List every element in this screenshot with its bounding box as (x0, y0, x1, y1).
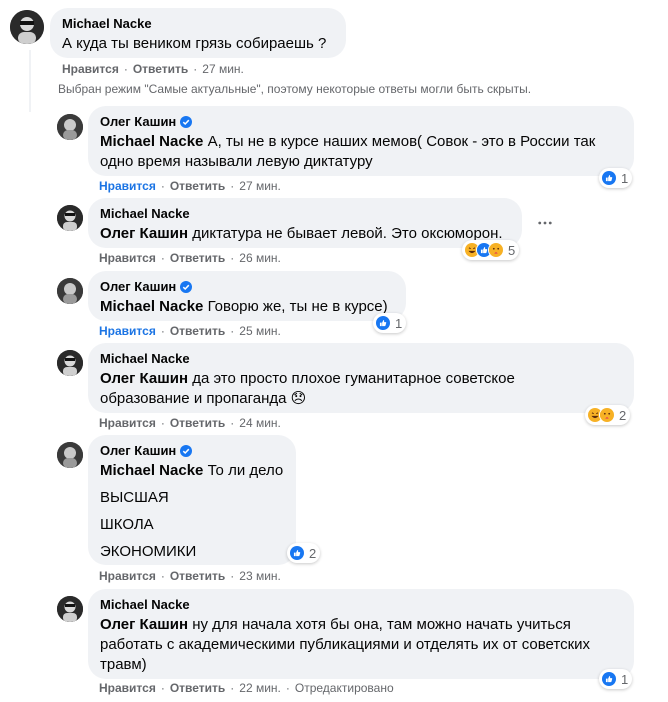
verified-badge-icon (180, 116, 193, 128)
mention-link[interactable]: Олег Кашин (100, 225, 188, 242)
comment-text: А куда ты веником грязь собираешь ? (62, 35, 327, 52)
reaction-count: 5 (508, 242, 516, 258)
verified-badge-icon (180, 281, 193, 293)
comment-time[interactable]: 24 мин. (239, 416, 281, 430)
reaction-count: 1 (395, 315, 403, 331)
edited-label[interactable]: Отредактировано (295, 681, 394, 695)
reply-button[interactable]: Ответить (170, 569, 225, 583)
reaction-summary[interactable]: 5 (462, 240, 520, 260)
like-button[interactable]: Нравится (62, 62, 119, 76)
comment-actions: Нравится · Ответить · 23 мин. (99, 569, 281, 583)
care-reaction-icon (488, 242, 504, 258)
comment-actions: Нравится · Ответить · 22 мин. · Отредакт… (99, 681, 394, 695)
comment-time[interactable]: 27 мин. (202, 62, 244, 76)
like-reaction-icon (601, 170, 617, 186)
reaction-summary[interactable]: 1 (599, 669, 633, 689)
like-reaction-icon (289, 545, 305, 561)
comment-author[interactable]: Michael Nacke (100, 206, 510, 222)
comment-actions: Нравится · Ответить · 26 мин. (99, 251, 281, 265)
comment-bubble: Олег Кашин Michael Nacke То ли дело ВЫСШ… (88, 435, 296, 565)
more-horizontal-icon (538, 221, 552, 225)
reply-button[interactable]: Ответить (170, 416, 225, 430)
comment-time[interactable]: 26 мин. (239, 251, 281, 265)
reply-button[interactable]: Ответить (170, 324, 225, 338)
comment-author[interactable]: Michael Nacke (62, 16, 334, 32)
comment-bubble: Michael Nacke Олег Кашин да это просто п… (88, 343, 634, 413)
avatar[interactable] (57, 350, 83, 376)
sort-notice: Выбран режим "Самые актуальные", поэтому… (58, 82, 532, 96)
like-button[interactable]: Нравится (99, 251, 156, 265)
comment-text: Олег Кашин ну для начала хотя бы она, та… (100, 616, 591, 673)
reaction-summary[interactable]: 2 (287, 543, 321, 563)
comment-actions: Нравится · Ответить · 25 мин. (99, 324, 281, 338)
comment-text: Олег Кашин да это просто плохое гуманита… (100, 370, 515, 407)
comment-bubble: Michael Nacke А куда ты веником грязь со… (50, 8, 346, 58)
reaction-count: 2 (619, 407, 627, 423)
comment-actions: Нравится · Ответить · 27 мин. (99, 179, 281, 193)
like-button[interactable]: Нравится (99, 569, 156, 583)
reaction-count: 1 (621, 170, 629, 186)
mention-link[interactable]: Michael Nacke (100, 462, 203, 479)
comment-time[interactable]: 25 мин. (239, 324, 281, 338)
comment-text: Олег Кашин диктатура не бывает левой. Эт… (100, 225, 503, 242)
mention-link[interactable]: Олег Кашин (100, 616, 188, 633)
comment-text: Michael Nacke Говорю же, ты не в курсе) (100, 298, 388, 315)
verified-badge-icon (180, 445, 193, 457)
avatar[interactable] (57, 114, 83, 140)
reaction-summary[interactable]: 1 (373, 313, 407, 333)
comment-author[interactable]: Олег Кашин (100, 114, 622, 130)
reaction-count: 1 (621, 671, 629, 687)
avatar[interactable] (57, 278, 83, 304)
comment-bubble: Олег Кашин Michael Nacke А, ты не в курс… (88, 106, 634, 176)
comment-bubble: Michael Nacke Олег Кашин ну для начала х… (88, 589, 634, 679)
comment-actions: Нравится · Ответить · 27 мин. (62, 62, 244, 76)
avatar[interactable] (57, 442, 83, 468)
comment-author[interactable]: Michael Nacke (100, 351, 622, 367)
reaction-count: 2 (309, 545, 317, 561)
mention-link[interactable]: Олег Кашин (100, 370, 188, 387)
comment-time[interactable]: 23 мин. (239, 569, 281, 583)
avatar[interactable] (57, 205, 83, 231)
mention-link[interactable]: Michael Nacke (100, 298, 203, 315)
comment-bubble: Michael Nacke Олег Кашин диктатура не бы… (88, 198, 522, 248)
reaction-summary[interactable]: 2 (585, 405, 631, 425)
comment-text: Michael Nacke То ли дело ВЫСШАЯ ШКОЛА ЭК… (100, 462, 284, 560)
thread-line (29, 50, 31, 112)
avatar[interactable] (57, 596, 83, 622)
comment-actions: Нравится · Ответить · 24 мин. (99, 416, 281, 430)
reply-button[interactable]: Ответить (133, 62, 188, 76)
reaction-summary[interactable]: 1 (599, 168, 633, 188)
comment-author[interactable]: Олег Кашин (100, 443, 284, 459)
care-reaction-icon (599, 407, 615, 423)
like-button[interactable]: Нравится (99, 681, 156, 695)
like-reaction-icon (375, 315, 391, 331)
mention-link[interactable]: Michael Nacke (100, 133, 203, 150)
more-options-button[interactable] (531, 209, 559, 237)
comment-author[interactable]: Олег Кашин (100, 279, 394, 295)
comment-author[interactable]: Michael Nacke (100, 597, 622, 613)
like-button[interactable]: Нравится (99, 324, 156, 338)
comment-time[interactable]: 27 мин. (239, 179, 281, 193)
avatar[interactable] (10, 10, 44, 44)
like-button[interactable]: Нравится (99, 416, 156, 430)
comment-bubble: Олег Кашин Michael Nacke Говорю же, ты н… (88, 271, 406, 321)
like-button[interactable]: Нравится (99, 179, 156, 193)
reply-button[interactable]: Ответить (170, 251, 225, 265)
like-reaction-icon (601, 671, 617, 687)
comment-time[interactable]: 22 мин. (239, 681, 281, 695)
reply-button[interactable]: Ответить (170, 179, 225, 193)
comment-text: Michael Nacke А, ты не в курсе наших мем… (100, 133, 596, 170)
reply-button[interactable]: Ответить (170, 681, 225, 695)
